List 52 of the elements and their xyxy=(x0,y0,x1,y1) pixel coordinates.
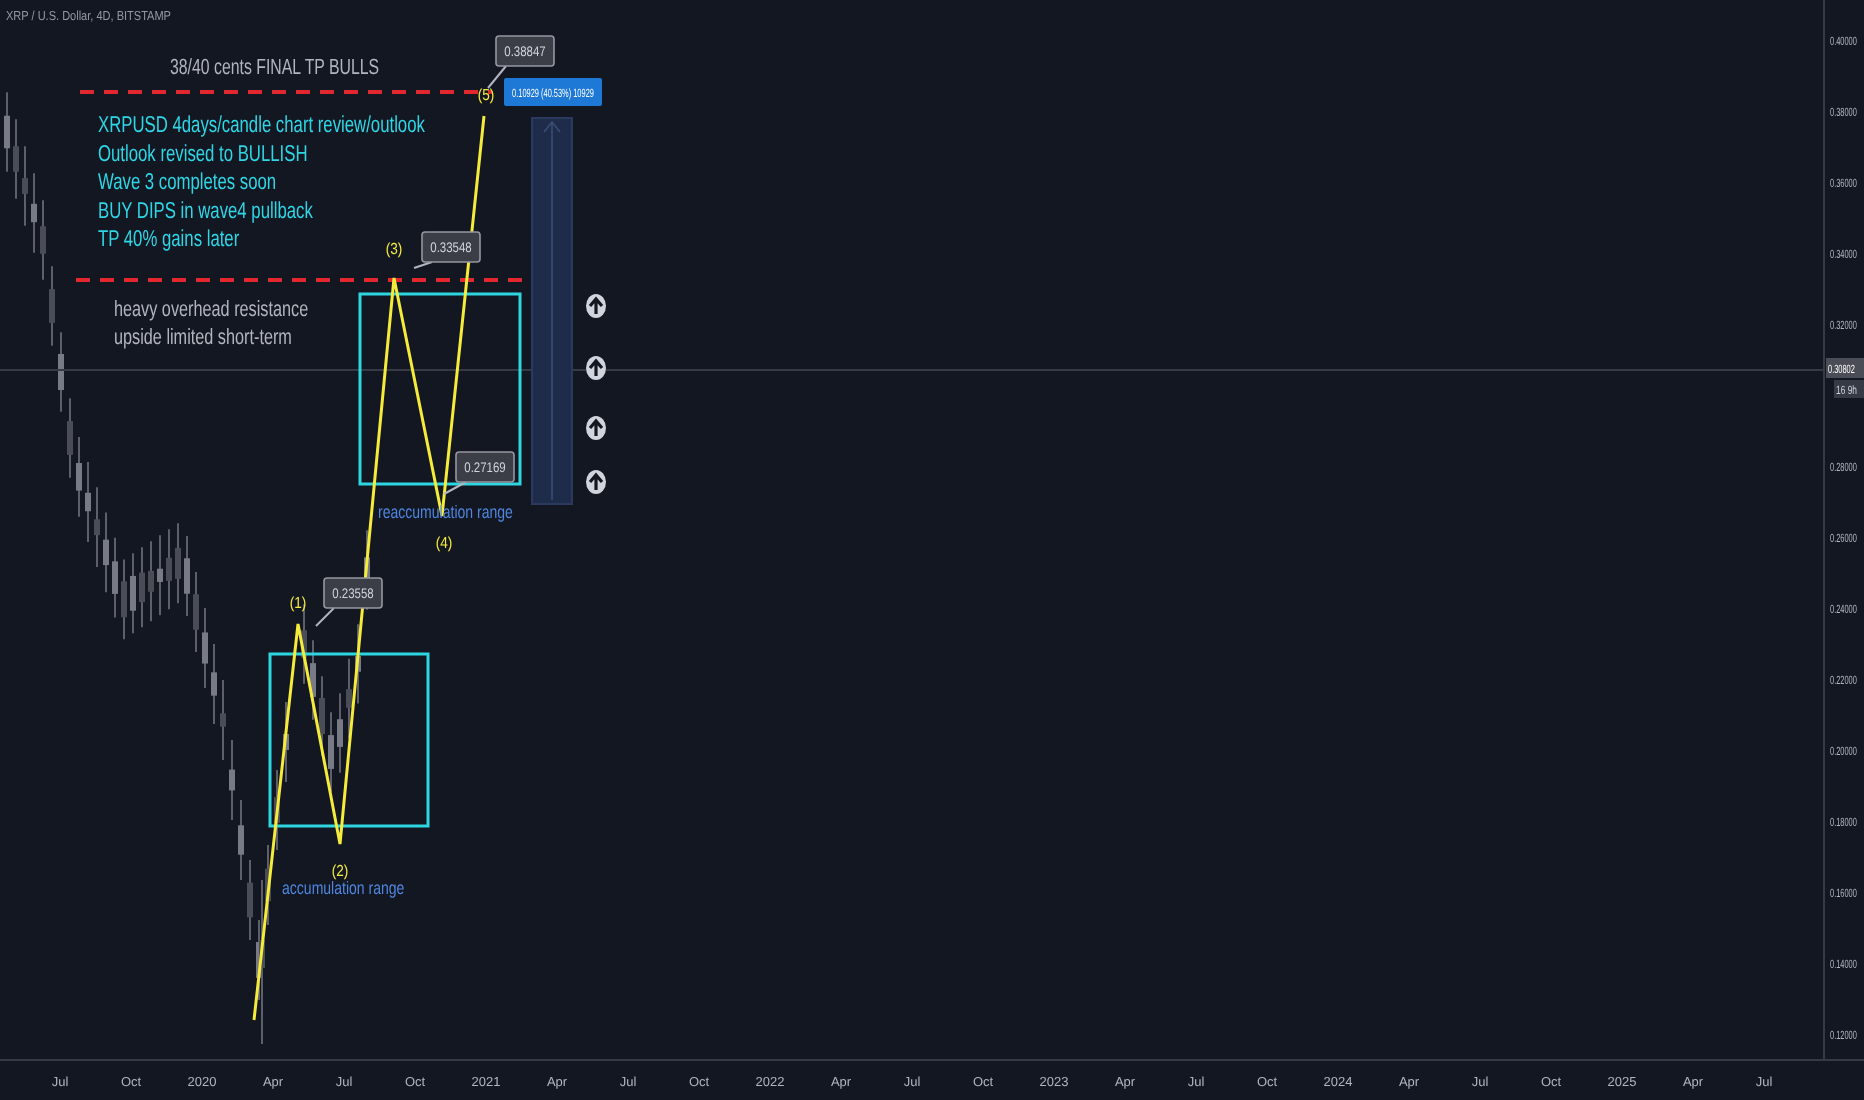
resistance-note-line: upside limited short-term xyxy=(114,325,292,351)
candle xyxy=(310,639,316,721)
candle xyxy=(193,571,199,653)
candle xyxy=(184,535,190,617)
candle xyxy=(148,540,154,623)
candle xyxy=(202,607,208,689)
wave-label: (2) xyxy=(331,860,349,881)
candle xyxy=(94,486,100,569)
resistance-note-line: heavy overhead resistance xyxy=(114,297,309,323)
outlook-text-line: BUY DIPS in wave4 pullback xyxy=(98,199,313,225)
candle xyxy=(175,522,181,605)
candle xyxy=(40,199,46,281)
candle xyxy=(121,558,127,641)
candle xyxy=(85,461,91,543)
arrow-up-circle-icon xyxy=(586,356,606,380)
candle xyxy=(112,536,118,619)
wave-label: (1) xyxy=(289,592,307,613)
outlook-text-line: Wave 3 completes soon xyxy=(98,170,277,197)
target-note: 38/40 cents FINAL TP BULLS xyxy=(170,55,380,81)
candle xyxy=(157,534,163,617)
arrow-up-circle-icon xyxy=(586,294,606,318)
candle xyxy=(22,145,28,227)
candle xyxy=(220,679,226,761)
candle xyxy=(76,435,82,518)
outlook-text-line: TP 40% gains later xyxy=(98,228,240,254)
candle xyxy=(130,552,136,635)
range-label: reaccumulation range xyxy=(378,502,513,523)
candle xyxy=(211,643,217,725)
candle xyxy=(319,675,325,757)
candle xyxy=(238,799,244,881)
candle xyxy=(31,172,37,254)
candle xyxy=(229,739,235,821)
outlook-text-line: XRPUSD 4days/candle chart review/outlook xyxy=(98,113,425,139)
wave-label: (4) xyxy=(435,532,453,553)
candle xyxy=(247,859,253,941)
candle xyxy=(139,546,145,629)
candle xyxy=(337,692,343,774)
wave-label: (5) xyxy=(477,84,495,105)
arrow-up-circle-icon xyxy=(586,470,606,494)
candle xyxy=(103,511,109,594)
candle xyxy=(58,331,64,413)
candle xyxy=(13,118,19,200)
candle xyxy=(49,265,55,347)
candle xyxy=(328,711,334,793)
range-label: accumulation range xyxy=(282,878,405,899)
outlook-text-line: Outlook revised to BULLISH xyxy=(98,142,308,168)
candle xyxy=(67,397,73,479)
wave-label: (3) xyxy=(385,238,403,259)
candle xyxy=(346,657,352,740)
arrow-up-circle-icon xyxy=(586,416,606,440)
candle xyxy=(166,528,172,611)
candle xyxy=(4,91,10,173)
